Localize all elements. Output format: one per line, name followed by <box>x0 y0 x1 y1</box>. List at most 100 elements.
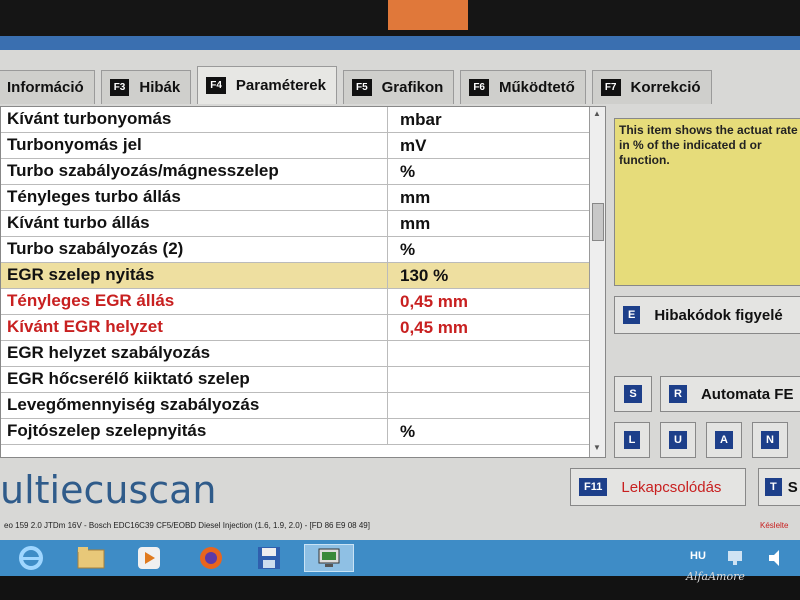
table-row-selected[interactable]: EGR szelep nyitás 130 % <box>1 263 589 289</box>
scroll-up-icon[interactable]: ▲ <box>593 109 601 118</box>
button-label: Hibakódok figyelé <box>654 306 783 324</box>
vehicle-status-text: eo 159 2.0 JTDm 16V - Bosch EDC16C39 CF5… <box>4 521 370 530</box>
param-name: Kívánt turbonyomás <box>7 109 172 128</box>
volume-icon[interactable] <box>760 544 794 572</box>
button-label: S <box>787 478 798 496</box>
param-value <box>387 341 589 366</box>
r-key-badge: R <box>669 385 687 403</box>
a-button[interactable]: A <box>706 422 742 458</box>
multiecuscan-taskbar-icon[interactable] <box>304 544 354 572</box>
table-row[interactable]: Turbo szabályozás (2) % <box>1 237 589 263</box>
scrollbar-thumb[interactable] <box>592 203 604 241</box>
app-window: Információ F3 Hibák F4 Paraméterek F5 Gr… <box>0 50 800 540</box>
monitor-bezel-bottom <box>0 576 800 600</box>
n-button[interactable]: N <box>752 422 788 458</box>
automata-button[interactable]: R Automata FE <box>660 376 800 412</box>
table-row[interactable]: Levegőmennyiség szabályozás <box>1 393 589 419</box>
tab-label: Hibák <box>139 79 181 96</box>
param-value: mm <box>387 211 589 236</box>
lekapcsolodas-button[interactable]: F11 Lekapcsolódás <box>570 468 746 506</box>
table-row[interactable]: EGR helyzet szabályozás <box>1 341 589 367</box>
l-key-badge: L <box>623 431 641 449</box>
param-value: % <box>387 237 589 262</box>
tab-parameterek[interactable]: F4 Paraméterek <box>197 66 337 104</box>
param-value <box>387 393 589 418</box>
param-name: Tényleges EGR állás <box>7 291 175 310</box>
u-button[interactable]: U <box>660 422 696 458</box>
l-button[interactable]: L <box>614 422 650 458</box>
s-key-badge: S <box>624 385 642 403</box>
tab-label: Működtető <box>499 79 575 96</box>
n-key-badge: N <box>761 431 779 449</box>
param-name: EGR helyzet szabályozás <box>7 343 211 362</box>
tab-bar: Információ F3 Hibák F4 Paraméterek F5 Gr… <box>0 62 800 104</box>
window-titlebar <box>0 36 800 50</box>
tab-label: Paraméterek <box>235 77 326 94</box>
file-explorer-icon[interactable] <box>74 544 108 572</box>
info-description-panel: This item shows the actuat rate in % of … <box>614 118 800 286</box>
param-name: Turbo szabályozás (2) <box>7 239 184 258</box>
s-button[interactable]: S <box>614 376 652 412</box>
scroll-down-icon[interactable]: ▼ <box>593 443 601 452</box>
param-name: Fojtószelep szelepnyitás <box>7 421 207 440</box>
param-value: % <box>387 159 589 184</box>
param-value: mbar <box>387 107 589 132</box>
table-row[interactable]: Turbonyomás jel mV <box>1 133 589 159</box>
button-label: Automata FE <box>700 385 794 403</box>
tab-label: Grafikon <box>381 79 444 96</box>
tab-mukodteto[interactable]: F6 Működtető <box>460 70 586 104</box>
table-row[interactable]: Kívánt turbonyomás mbar <box>1 107 589 133</box>
background-object <box>388 0 468 30</box>
button-label: Lekapcsolódás <box>621 478 722 496</box>
table-scrollbar[interactable]: ▲ ▼ <box>589 107 605 457</box>
f4-key-badge: F4 <box>206 77 226 94</box>
param-name: EGR hőcserélő kiiktató szelep <box>7 369 250 388</box>
param-name: Kívánt turbo állás <box>7 213 150 232</box>
param-value: 0,45 mm <box>387 315 589 340</box>
param-value: % <box>387 419 589 444</box>
watermark: AlfaAmore <box>686 570 745 583</box>
param-value <box>387 367 589 392</box>
f3-key-badge: F3 <box>109 79 130 96</box>
save-disk-icon[interactable] <box>252 544 286 572</box>
tab-informacio[interactable]: Információ <box>0 70 95 104</box>
param-value: mV <box>387 133 589 158</box>
table-row[interactable]: Tényleges EGR állás 0,45 mm <box>1 289 589 315</box>
parameter-table: Kívánt turbonyomás mbar Turbonyomás jel … <box>0 106 606 458</box>
windows-taskbar: HU <box>0 540 800 576</box>
network-icon[interactable] <box>720 544 754 572</box>
f6-key-badge: F6 <box>469 79 489 96</box>
a-key-badge: A <box>715 431 733 449</box>
param-value: 130 % <box>387 263 589 288</box>
e-key-badge: E <box>623 306 641 324</box>
table-row[interactable]: Turbo szabályozás/mágnesszelep % <box>1 159 589 185</box>
t-button[interactable]: T S <box>758 468 800 506</box>
media-player-icon[interactable] <box>132 544 166 572</box>
param-name: Turbonyomás jel <box>7 135 142 154</box>
tab-label: Korrekció <box>630 79 701 96</box>
table-row[interactable]: Kívánt turbo állás mm <box>1 211 589 237</box>
delay-status-text: Késlelte <box>760 521 789 530</box>
param-value: mm <box>387 185 589 210</box>
param-name: Kívánt EGR helyzet <box>7 317 163 336</box>
param-name: Levegőmennyiség szabályozás <box>7 395 260 414</box>
table-row[interactable]: Tényleges turbo állás mm <box>1 185 589 211</box>
tab-grafikon[interactable]: F5 Grafikon <box>342 70 455 104</box>
tab-hibak[interactable]: F3 Hibák <box>100 70 192 104</box>
f7-key-badge: F7 <box>600 79 621 96</box>
f11-key-badge: F11 <box>579 478 608 496</box>
table-row[interactable]: EGR hőcserélő kiiktató szelep <box>1 367 589 393</box>
language-indicator[interactable]: HU <box>690 550 706 562</box>
t-key-badge: T <box>765 478 782 496</box>
param-name: Tényleges turbo állás <box>7 187 181 206</box>
firefox-icon[interactable] <box>194 544 228 572</box>
param-name: Turbo szabályozás/mágnesszelep <box>7 161 279 180</box>
tab-korrekcio[interactable]: F7 Korrekció <box>591 70 712 104</box>
table-row[interactable]: Fojtószelep szelepnyitás % <box>1 419 589 445</box>
multiecuscan-logo: ultiecuscan <box>0 468 217 512</box>
u-key-badge: U <box>669 431 687 449</box>
table-row[interactable]: Kívánt EGR helyzet 0,45 mm <box>1 315 589 341</box>
hibakod-figyeles-button[interactable]: E Hibakódok figyelé <box>614 296 800 334</box>
param-name: EGR szelep nyitás <box>7 265 155 284</box>
internet-explorer-icon[interactable] <box>14 544 48 572</box>
